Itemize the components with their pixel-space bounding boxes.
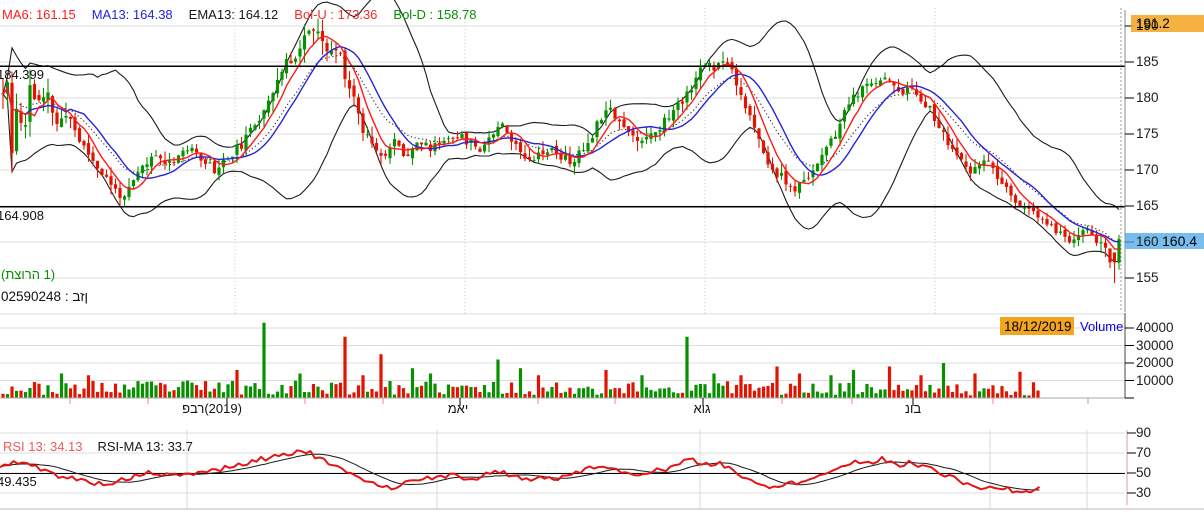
rsi-indicator-legend: RSI 13: 34.13 RSI-MA 13: 33.7 [3,439,208,454]
legend-ema13: EMA13: 164.12 [189,7,279,22]
rsi-axis-tick-label: 50 [1136,465,1151,480]
price-axis-tick-label: 165 [1136,198,1159,213]
rsi-hline-label: 49.435 [0,474,37,489]
x-axis-month-label: פבר(2019) [162,401,262,416]
crosshair-date-tag-value: 18/12/2019 [1004,319,1072,334]
price-indicator-legend: MA6: 161.15 MA13: 164.38 EMA13: 164.12 Bol-… [2,7,493,22]
legend-rsi-ma: RSI-MA 13: 33.7 [98,439,193,454]
price-axis-tick-label: 175 [1136,126,1159,141]
security-name-label: 02590248 : בזן [1,289,88,304]
rsi-axis-tick-label: 70 [1136,445,1151,460]
price-axis-tick-label: 160 [1136,234,1159,249]
price-axis-tick-label: 185 [1136,54,1159,69]
legend-ma13: MA13: 164.38 [92,7,173,22]
configuration-label: (תצורה 1) [1,267,55,282]
hline-label-upper: 184.399 [0,67,44,82]
crosshair-price-tag-value: 191.2 [1136,16,1170,31]
volume-axis-tick-label: 40000 [1136,320,1174,335]
legend-ma6: MA6: 161.15 [2,7,76,22]
price-axis-tick-label: 170 [1136,162,1159,177]
legend-rsi: RSI 13: 34.13 [3,439,83,454]
rsi-axis-tick-label: 90 [1136,425,1151,440]
price-axis-tick-label: 180 [1136,90,1159,105]
rsi-axis-tick-label: 30 [1136,485,1151,500]
x-axis-month-label: מאי [408,401,508,416]
legend-bollinger-lower: Bol-D : 158.78 [393,7,476,22]
hline-label-lower: 164.908 [0,208,44,223]
x-axis-month-label: נוב [863,401,963,416]
trading-chart-app: MA6: 161.15 MA13: 164.38 EMA13: 164.12 Bol-… [0,0,1204,516]
price-axis-tick-label: 155 [1136,270,1159,285]
volume-pane-title: Volume [1080,319,1123,334]
volume-axis-tick-label: 10000 [1136,373,1174,388]
volume-axis-tick-label: 30000 [1136,338,1174,353]
legend-bollinger-upper: Bol-U : 173.36 [294,7,377,22]
last-price-tag-value: 160.4 [1162,233,1197,249]
volume-axis-tick-label: 20000 [1136,355,1174,370]
x-axis-month-label: אוג [652,401,752,416]
